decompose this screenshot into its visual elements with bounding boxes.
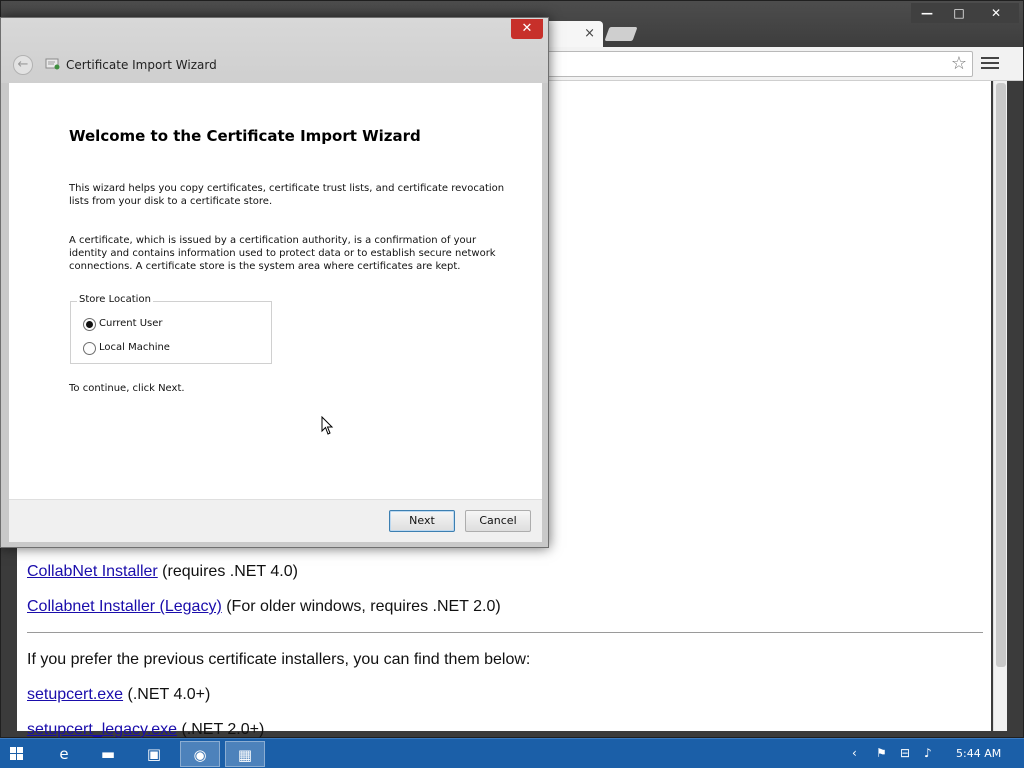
address-bar[interactable]: ☆ <box>541 51 973 77</box>
setupcert-line: setupcert.exe (.NET 4.0+) <box>27 686 210 704</box>
current-user-label[interactable]: Current User <box>99 317 163 331</box>
legacy-installer-note: (For older windows, requires .NET 2.0) <box>221 598 501 615</box>
installer-note: (requires .NET 4.0) <box>157 563 298 580</box>
hamburger-menu-icon[interactable] <box>981 55 999 71</box>
taskbar: e ▬ ▣ ◉ ▦ ‹ ⚑ ⊟ ♪ 5:44 AM <box>0 738 1024 768</box>
back-arrow-icon[interactable]: ← <box>13 55 33 75</box>
page-scrollbar[interactable] <box>993 81 1007 731</box>
continue-instruction: To continue, click Next. <box>69 383 185 394</box>
setupcert-legacy-note: (.NET 2.0+) <box>177 721 265 738</box>
store-icon[interactable]: ▣ <box>134 741 174 767</box>
browser-tab[interactable]: × <box>541 21 603 47</box>
scrollbar-thumb[interactable] <box>996 83 1006 667</box>
certificate-icon <box>45 58 60 70</box>
setupcert-legacy-line: setupcert_legacy.exe (.NET 2.0+) <box>27 721 264 739</box>
close-window-button[interactable]: ✕ <box>973 3 1019 23</box>
local-machine-label[interactable]: Local Machine <box>99 341 170 355</box>
dialog-close-button[interactable]: ✕ <box>511 19 543 39</box>
volume-icon[interactable]: ♪ <box>924 746 932 760</box>
maximize-button[interactable]: □ <box>943 3 975 23</box>
cancel-button[interactable]: Cancel <box>465 510 531 532</box>
dialog-button-bar: Next Cancel <box>9 499 542 542</box>
wizard-heading: Welcome to the Certificate Import Wizard <box>69 127 421 145</box>
setupcert-link[interactable]: setupcert.exe <box>27 686 123 703</box>
store-location-group: Store Location Current User Local Machin… <box>70 294 272 364</box>
next-button[interactable]: Next <box>389 510 455 532</box>
tray-chevron-icon[interactable]: ‹ <box>852 746 857 760</box>
setupcert-legacy-link[interactable]: setupcert_legacy.exe <box>27 721 177 738</box>
tab-close-icon[interactable]: × <box>584 26 595 41</box>
certificate-wizard-taskbar-icon[interactable]: ▦ <box>225 741 265 767</box>
internet-explorer-icon[interactable]: e <box>44 741 84 767</box>
certificate-description-text: A certificate, which is issued by a cert… <box>69 235 496 272</box>
wizard-page: Welcome to the Certificate Import Wizard… <box>9 83 542 499</box>
certificate-import-wizard-dialog: ✕ ← Certificate Import Wizard Welcome to… <box>0 17 549 548</box>
installer-line: CollabNet Installer (requires .NET 4.0) <box>27 563 298 581</box>
legacy-installer-line: Collabnet Installer (Legacy) (For older … <box>27 598 501 616</box>
store-location-legend: Store Location <box>77 294 153 305</box>
network-icon[interactable]: ⊟ <box>900 746 910 760</box>
local-machine-radio[interactable] <box>83 342 96 355</box>
action-center-flag-icon[interactable]: ⚑ <box>876 746 887 760</box>
setupcert-note: (.NET 4.0+) <box>123 686 211 703</box>
windows-start-icon[interactable] <box>10 747 24 761</box>
taskbar-clock[interactable]: 5:44 AM <box>956 747 1001 760</box>
dialog-titlebar: ✕ ← Certificate Import Wizard <box>1 18 548 83</box>
previous-installers-intro: If you prefer the previous certificate i… <box>27 651 531 668</box>
collabnet-legacy-link[interactable]: Collabnet Installer (Legacy) <box>27 598 222 615</box>
dialog-title: Certificate Import Wizard <box>66 58 217 72</box>
collabnet-installer-link[interactable]: CollabNet Installer <box>27 563 158 580</box>
new-tab-button[interactable] <box>604 27 638 41</box>
minimize-button[interactable]: — <box>911 3 943 23</box>
file-explorer-icon[interactable]: ▬ <box>88 741 128 767</box>
current-user-radio[interactable] <box>83 318 96 331</box>
bookmark-star-icon[interactable]: ☆ <box>948 53 970 75</box>
mouse-cursor-icon <box>321 416 334 435</box>
wizard-intro-text: This wizard helps you copy certificates,… <box>69 183 505 207</box>
divider <box>27 632 983 633</box>
chrome-icon[interactable]: ◉ <box>180 741 220 767</box>
